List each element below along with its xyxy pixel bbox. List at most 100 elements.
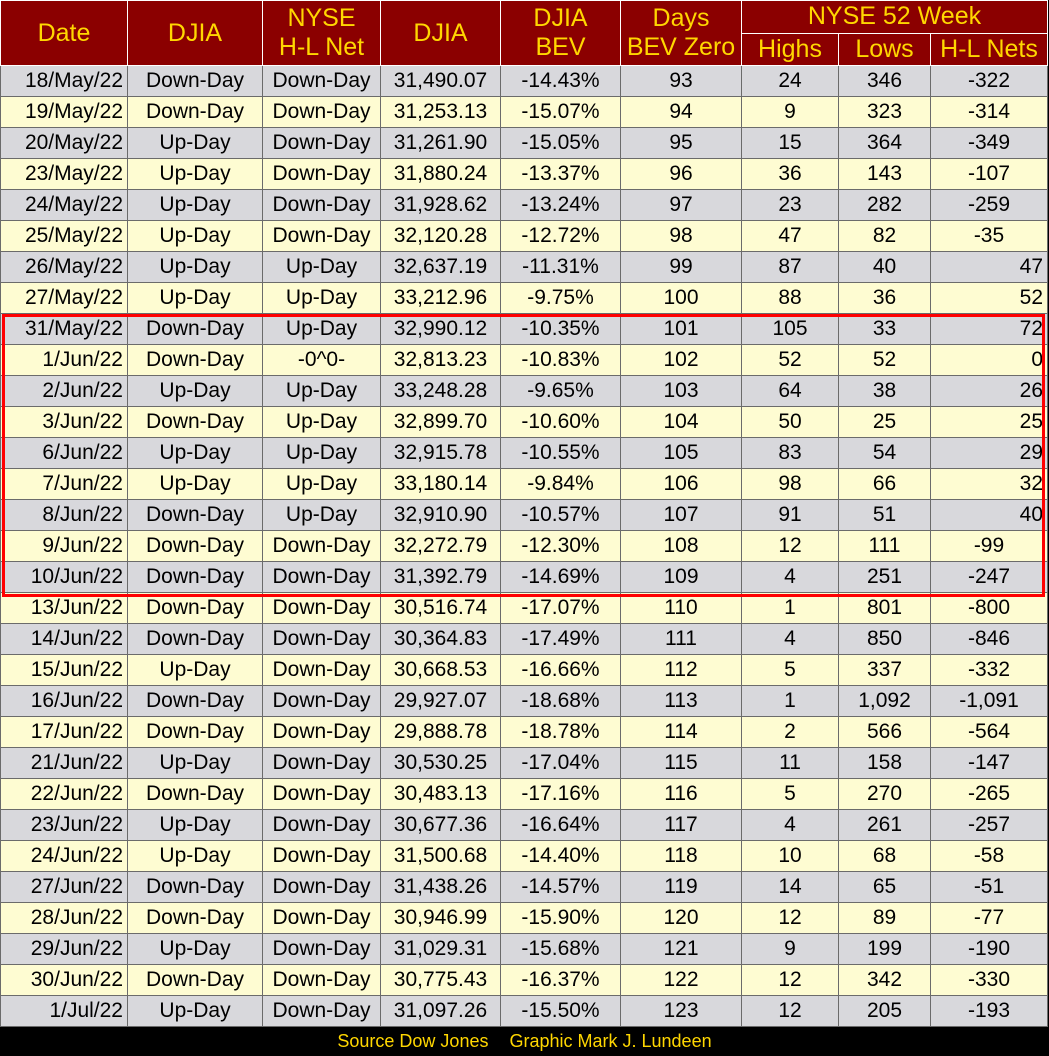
cell-lows: 801 bbox=[838, 592, 931, 624]
cell-highs: 12 bbox=[741, 902, 839, 934]
djia-nyse-table: Date DJIA NYSE H-L Net DJIA DJIA BEV Day… bbox=[0, 0, 1048, 1027]
cell-nyse-hl-net: Up-Day bbox=[262, 499, 381, 531]
cell-djia-close: 31,490.07 bbox=[380, 65, 501, 97]
header-nyse-52-week: NYSE 52 Week bbox=[741, 0, 1048, 34]
table-row: 14/Jun/22 Down-Day Down-Day 30,364.83 -17.49… bbox=[0, 623, 1048, 655]
cell-lows: 40 bbox=[838, 251, 931, 283]
cell-lows: 323 bbox=[838, 96, 931, 128]
cell-djia-bev: -16.64% bbox=[500, 809, 621, 841]
cell-djia-direction: Up-Day bbox=[127, 809, 263, 841]
table-row: 16/Jun/22 Down-Day Down-Day 29,927.07 -18.68… bbox=[0, 685, 1048, 717]
header-days-line2: BEV Zero bbox=[626, 33, 736, 61]
cell-djia-bev: -17.07% bbox=[500, 592, 621, 624]
table-row: 10/Jun/22 Down-Day Down-Day 31,392.79 -14.69… bbox=[0, 561, 1048, 593]
cell-hl-nets: -99 bbox=[930, 530, 1048, 562]
cell-djia-close: 30,668.53 bbox=[380, 654, 501, 686]
header-nyse-hl-net-line1: NYSE bbox=[287, 4, 356, 32]
cell-days-bev-zero: 109 bbox=[620, 561, 742, 593]
header-nyse-hl-net-line2: H-L Net bbox=[278, 33, 365, 61]
cell-nyse-hl-net: Down-Day bbox=[262, 127, 381, 159]
cell-djia-bev: -17.49% bbox=[500, 623, 621, 655]
cell-nyse-hl-net: Up-Day bbox=[262, 437, 381, 469]
cell-highs: 11 bbox=[741, 747, 839, 779]
header-days-bev-zero: Days BEV Zero bbox=[620, 0, 742, 66]
cell-hl-nets: 0 bbox=[930, 344, 1048, 376]
cell-days-bev-zero: 94 bbox=[620, 96, 742, 128]
cell-days-bev-zero: 108 bbox=[620, 530, 742, 562]
cell-hl-nets: -247 bbox=[930, 561, 1048, 593]
table-row: 13/Jun/22 Down-Day Down-Day 30,516.74 -17.07… bbox=[0, 592, 1048, 624]
cell-hl-nets: -147 bbox=[930, 747, 1048, 779]
cell-djia-direction: Down-Day bbox=[127, 623, 263, 655]
header-hl-nets: H-L Nets bbox=[930, 32, 1048, 66]
cell-hl-nets: -190 bbox=[930, 933, 1048, 965]
cell-highs: 23 bbox=[741, 189, 839, 221]
cell-highs: 9 bbox=[741, 96, 839, 128]
cell-highs: 88 bbox=[741, 282, 839, 314]
cell-date: 8/Jun/22 bbox=[0, 499, 128, 531]
header-days-line1: Days bbox=[652, 4, 710, 32]
cell-djia-close: 31,097.26 bbox=[380, 995, 501, 1027]
cell-djia-bev: -18.78% bbox=[500, 716, 621, 748]
cell-date: 26/May/22 bbox=[0, 251, 128, 283]
cell-lows: 205 bbox=[838, 995, 931, 1027]
cell-hl-nets: 25 bbox=[930, 406, 1048, 438]
cell-nyse-hl-net: -0^0- bbox=[262, 344, 381, 376]
cell-djia-close: 29,927.07 bbox=[380, 685, 501, 717]
cell-hl-nets: -107 bbox=[930, 158, 1048, 190]
cell-date: 3/Jun/22 bbox=[0, 406, 128, 438]
header-date: Date bbox=[0, 0, 128, 66]
cell-highs: 91 bbox=[741, 499, 839, 531]
cell-nyse-hl-net: Up-Day bbox=[262, 251, 381, 283]
table-row: 17/Jun/22 Down-Day Down-Day 29,888.78 -18.78… bbox=[0, 716, 1048, 748]
cell-days-bev-zero: 96 bbox=[620, 158, 742, 190]
cell-djia-bev: -10.83% bbox=[500, 344, 621, 376]
cell-nyse-hl-net: Down-Day bbox=[262, 995, 381, 1027]
footer-source: Source Dow Jones bbox=[337, 1031, 489, 1051]
cell-djia-bev: -14.57% bbox=[500, 871, 621, 903]
cell-djia-direction: Up-Day bbox=[127, 840, 263, 872]
cell-lows: 89 bbox=[838, 902, 931, 934]
cell-date: 25/May/22 bbox=[0, 220, 128, 252]
cell-lows: 251 bbox=[838, 561, 931, 593]
cell-lows: 66 bbox=[838, 468, 931, 500]
cell-lows: 52 bbox=[838, 344, 931, 376]
table-body: 18/May/22 Down-Day Down-Day 31,490.07 -14.43… bbox=[0, 65, 1048, 1027]
cell-hl-nets: 40 bbox=[930, 499, 1048, 531]
cell-date: 24/Jun/22 bbox=[0, 840, 128, 872]
table-row: 6/Jun/22 Up-Day Up-Day 32,915.78 -10.55% 105 8… bbox=[0, 437, 1048, 469]
cell-date: 21/Jun/22 bbox=[0, 747, 128, 779]
cell-days-bev-zero: 107 bbox=[620, 499, 742, 531]
cell-djia-bev: -18.68% bbox=[500, 685, 621, 717]
cell-djia-direction: Down-Day bbox=[127, 902, 263, 934]
cell-djia-direction: Up-Day bbox=[127, 282, 263, 314]
cell-lows: 1,092 bbox=[838, 685, 931, 717]
cell-djia-bev: -14.43% bbox=[500, 65, 621, 97]
cell-lows: 346 bbox=[838, 65, 931, 97]
cell-djia-close: 31,253.13 bbox=[380, 96, 501, 128]
cell-nyse-hl-net: Down-Day bbox=[262, 778, 381, 810]
cell-lows: 850 bbox=[838, 623, 931, 655]
cell-highs: 64 bbox=[741, 375, 839, 407]
cell-djia-close: 30,677.36 bbox=[380, 809, 501, 841]
table-row: 1/Jun/22 Down-Day -0^0- 32,813.23 -10.83% 102… bbox=[0, 344, 1048, 376]
cell-nyse-hl-net: Down-Day bbox=[262, 933, 381, 965]
table-row: 27/May/22 Up-Day Up-Day 33,212.96 -9.75% 100 8… bbox=[0, 282, 1048, 314]
header-djia: DJIA bbox=[380, 0, 501, 66]
cell-days-bev-zero: 104 bbox=[620, 406, 742, 438]
table-row: 18/May/22 Down-Day Down-Day 31,490.07 -14.43… bbox=[0, 65, 1048, 97]
table-row: 27/Jun/22 Down-Day Down-Day 31,438.26 -14.57… bbox=[0, 871, 1048, 903]
cell-nyse-hl-net: Down-Day bbox=[262, 840, 381, 872]
cell-djia-close: 32,637.19 bbox=[380, 251, 501, 283]
cell-days-bev-zero: 112 bbox=[620, 654, 742, 686]
cell-djia-bev: -15.50% bbox=[500, 995, 621, 1027]
cell-djia-direction: Down-Day bbox=[127, 964, 263, 996]
cell-nyse-hl-net: Down-Day bbox=[262, 623, 381, 655]
cell-highs: 52 bbox=[741, 344, 839, 376]
cell-hl-nets: 26 bbox=[930, 375, 1048, 407]
cell-lows: 68 bbox=[838, 840, 931, 872]
table-row: 21/Jun/22 Up-Day Down-Day 30,530.25 -17.04% 1… bbox=[0, 747, 1048, 779]
cell-days-bev-zero: 119 bbox=[620, 871, 742, 903]
cell-days-bev-zero: 105 bbox=[620, 437, 742, 469]
cell-lows: 342 bbox=[838, 964, 931, 996]
